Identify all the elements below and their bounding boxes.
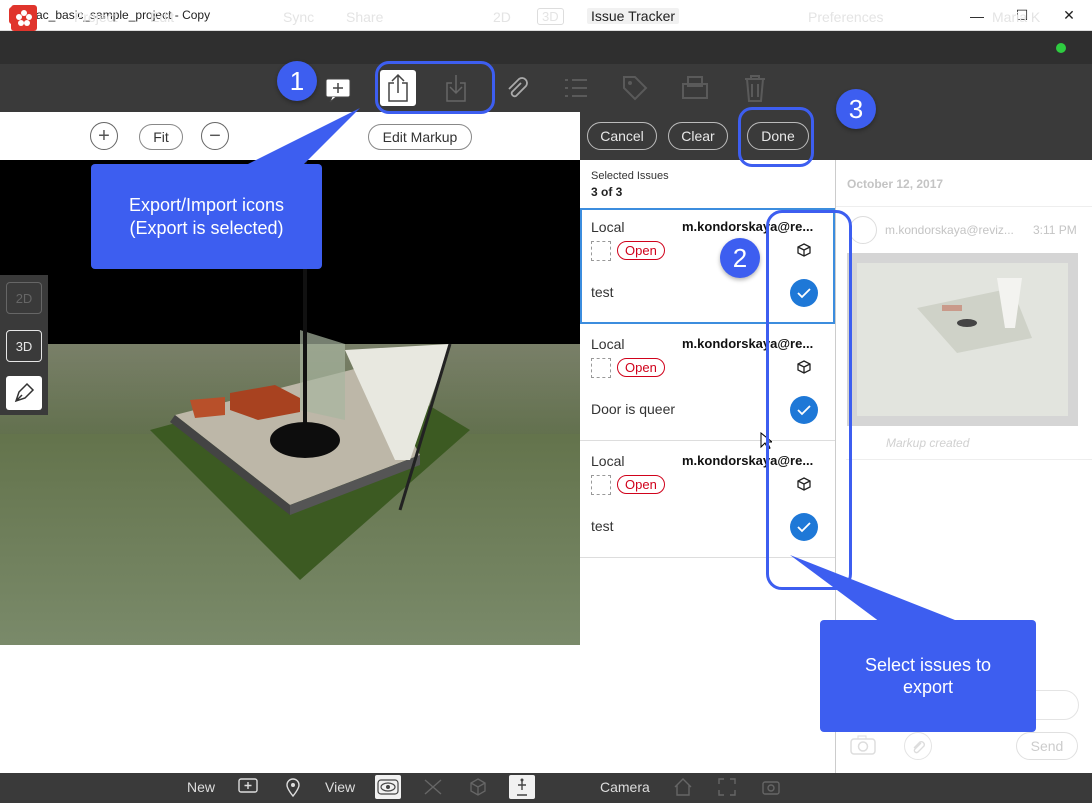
step-badge-1: 1 — [277, 61, 317, 101]
step-badge-2: 2 — [720, 238, 760, 278]
callout-text-line: Select issues to — [864, 654, 992, 675]
app-window: rac_basic_sample_project - Copy — ☐ ✕ Pr… — [0, 0, 1092, 803]
step-badge-3: 3 — [836, 89, 876, 129]
export-callout-pointer — [240, 108, 360, 168]
callout-text-line: export — [902, 677, 954, 697]
select-callout-pointer — [790, 555, 960, 622]
export-import-callout: Export/Import icons (Export is selected) — [91, 164, 322, 269]
select-issues-callout: Select issues to export — [820, 620, 1036, 732]
callout-text-line: Export/Import icons — [128, 195, 285, 215]
callout-text-line: (Export is selected) — [129, 217, 284, 238]
